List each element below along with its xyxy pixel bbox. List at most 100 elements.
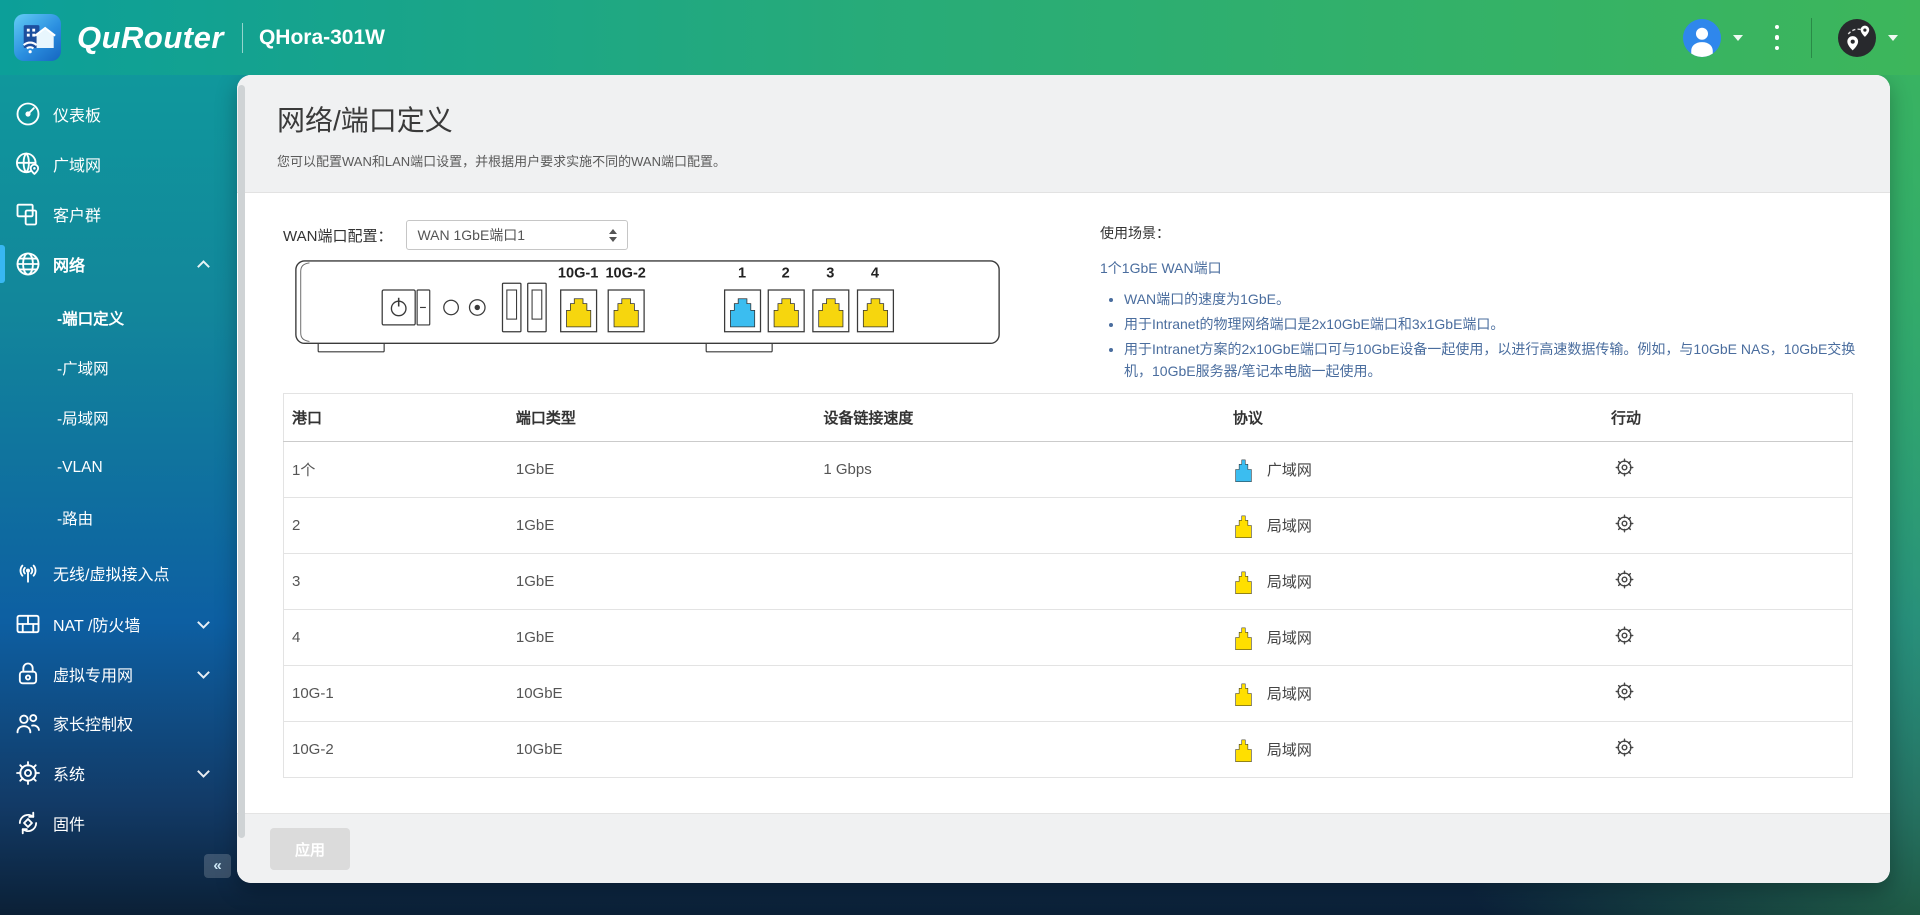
table-row: 4 1GbE 局域网 xyxy=(283,609,1853,666)
avatar-caret-icon[interactable] xyxy=(1732,34,1743,41)
rj45-icon xyxy=(1235,571,1252,595)
chassis-foot xyxy=(317,342,385,353)
chevron-down-icon xyxy=(197,615,210,629)
sidebar-item-system[interactable]: 系统 xyxy=(0,753,232,793)
ports-table: 港口 端口类型 设备链接速度 协议 行动 1个 1GbE 1 Gbps 广域网 … xyxy=(283,393,1853,778)
sidebar-subitem-port-definition[interactable]: -端口定义 xyxy=(0,298,232,338)
usage-scenario-title: 1个1GbE WAN端口 xyxy=(1100,260,1222,276)
device-model: QHora-301W xyxy=(258,25,385,49)
topbar-divider xyxy=(1811,17,1812,58)
rj45-icon xyxy=(1235,739,1252,763)
sidebar-item-firmware[interactable]: 固件 xyxy=(0,803,232,843)
port-settings-button[interactable] xyxy=(1611,624,1637,650)
table-row: 10G-2 10GbE 局域网 xyxy=(283,721,1853,778)
gear-icon xyxy=(13,758,43,788)
rj45-icon xyxy=(1235,627,1252,651)
more-menu-icon[interactable] xyxy=(1771,21,1784,55)
wan-globe-pin-icon xyxy=(13,149,43,179)
cell-port: 10G-1 xyxy=(283,665,508,722)
sidebar-subitem-route[interactable]: -路由 xyxy=(0,498,232,538)
cell-link-speed xyxy=(815,497,1225,554)
sidebar-subitem-lan[interactable]: -局域网 xyxy=(0,398,232,438)
sidebar-item-label: 无线/虚拟接入点 xyxy=(53,567,170,584)
sidebar-item-dashboard[interactable]: 仪表板 xyxy=(0,94,232,134)
port-label-3: 3 xyxy=(826,265,834,281)
port-settings-button[interactable] xyxy=(1611,736,1637,762)
cell-protocol-label: 局域网 xyxy=(1266,686,1312,703)
sidebar-collapse-button[interactable]: « xyxy=(204,854,231,878)
cell-port: 2 xyxy=(283,497,508,554)
sidebar-subitem-vlan[interactable]: -VLAN xyxy=(0,448,232,488)
table-row: 1个 1GbE 1 Gbps 广域网 xyxy=(283,441,1853,498)
sidebar-subitem-label: -路由 xyxy=(57,511,94,528)
select-updown-icon xyxy=(609,228,618,242)
port-label-2: 2 xyxy=(782,265,790,281)
col-header-port-type: 端口类型 xyxy=(507,393,816,442)
usage-bullet: 用于Intranet的物理网络端口是2x10GbE端口和3x1GbE端口。 xyxy=(1124,313,1870,335)
col-header-link-speed: 设备链接速度 xyxy=(815,393,1225,442)
scrollbar-thumb[interactable] xyxy=(238,85,245,838)
cell-port-type: 1GbE xyxy=(507,553,816,610)
sidebar-subitem-wan[interactable]: -广域网 xyxy=(0,348,232,388)
sidebar-item-label: 虚拟专用网 xyxy=(53,668,134,685)
table-row: 2 1GbE 局域网 xyxy=(283,497,1853,554)
port-label-1: 1 xyxy=(738,265,746,281)
page: QuRouter QHora-301W 仪表板 广域网 客户群 网络 -端口定义… xyxy=(0,0,1920,915)
chevron-down-icon xyxy=(197,665,210,679)
sidebar-item-network[interactable]: 网络 xyxy=(0,244,232,284)
cell-protocol-label: 局域网 xyxy=(1266,518,1312,535)
cell-port: 4 xyxy=(283,609,508,666)
cell-port-type: 1GbE xyxy=(507,441,816,498)
region-globe-icon[interactable] xyxy=(1838,18,1876,57)
sidebar-item-label: 系统 xyxy=(53,767,86,784)
sidebar: 仪表板 广域网 客户群 网络 -端口定义 -广域网 -局域网 -VLAN -路由… xyxy=(0,75,232,915)
cell-link-speed xyxy=(815,665,1225,722)
wan-config-select[interactable]: WAN 1GbE端口1 xyxy=(406,220,629,250)
sidebar-item-nat-firewall[interactable]: NAT /防火墙 xyxy=(0,604,232,644)
port-settings-button[interactable] xyxy=(1611,680,1637,706)
region-caret-icon[interactable] xyxy=(1888,34,1898,41)
sidebar-item-wan[interactable]: 广域网 xyxy=(0,144,232,184)
sidebar-item-vpn[interactable]: 虚拟专用网 xyxy=(0,654,232,694)
rj45-icon xyxy=(1235,459,1252,483)
port-settings-button[interactable] xyxy=(1611,568,1637,594)
network-globe-icon xyxy=(13,249,43,279)
rj45-icon xyxy=(1235,515,1252,539)
wan-config-row: WAN端口配置： WAN 1GbE端口1 xyxy=(283,220,629,250)
col-header-protocol: 协议 xyxy=(1224,393,1603,442)
apply-button[interactable]: 应用 xyxy=(270,828,350,870)
brand-divider xyxy=(241,22,243,53)
router-rear-panel-diagram: 10G-1 10G-2 1 2 3 4 xyxy=(295,260,1000,353)
cell-protocol-label: 局域网 xyxy=(1266,574,1312,591)
cell-port: 3 xyxy=(283,553,508,610)
usage-heading: 使用场景： xyxy=(1100,225,1170,241)
cell-port-type: 10GbE xyxy=(507,665,816,722)
topbar-actions xyxy=(1682,0,1920,75)
sidebar-item-label: 客户群 xyxy=(53,208,102,225)
sidebar-item-label: NAT /防火墙 xyxy=(53,618,141,635)
port-settings-button[interactable] xyxy=(1611,512,1637,538)
sidebar-item-wireless-vap[interactable]: 无线/虚拟接入点 xyxy=(0,553,232,593)
content-card: 网络/端口定义 您可以配置WAN和LAN端口设置，并根据用户要求实施不同的WAN… xyxy=(237,75,1890,883)
table-row: 10G-1 10GbE 局域网 xyxy=(283,665,1853,722)
sidebar-subitem-label: -广域网 xyxy=(57,361,109,378)
chassis-foot xyxy=(705,342,773,353)
card-footer: 应用 xyxy=(237,813,1890,883)
chevron-down-icon xyxy=(197,764,210,778)
chevron-up-icon xyxy=(197,259,210,273)
sidebar-subitem-label: -局域网 xyxy=(57,411,109,428)
wan-config-label: WAN端口配置： xyxy=(283,227,393,245)
cell-link-speed xyxy=(815,553,1225,610)
sidebar-item-clients[interactable]: 客户群 xyxy=(0,194,232,234)
brand-name: QuRouter xyxy=(77,19,224,55)
usage-bullet-list: WAN端口的速度为1GbE。 用于Intranet的物理网络端口是2x10GbE… xyxy=(1100,288,1870,382)
port-settings-button[interactable] xyxy=(1611,456,1637,482)
sidebar-item-label: 固件 xyxy=(53,817,86,834)
wan-config-selected-value: WAN 1GbE端口1 xyxy=(417,227,526,243)
top-header: QuRouter QHora-301W xyxy=(0,0,1920,75)
cell-link-speed xyxy=(815,721,1225,778)
user-avatar-icon[interactable] xyxy=(1682,18,1721,57)
sidebar-item-parental-control[interactable]: 家长控制权 xyxy=(0,703,232,743)
qurouter-app-icon[interactable] xyxy=(14,14,61,61)
cell-protocol-label: 局域网 xyxy=(1266,742,1312,759)
